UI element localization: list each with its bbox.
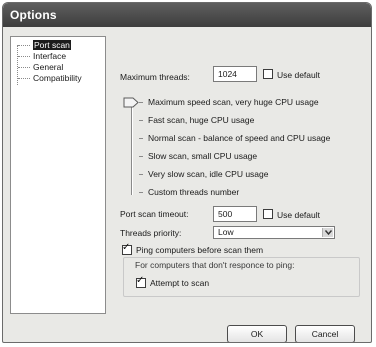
- tree-item-label: Interface: [33, 51, 67, 61]
- slider-tick: [139, 102, 143, 103]
- timeout-use-default-label: Use default: [277, 210, 320, 220]
- attempt-to-scan-checkbox[interactable]: ✓: [136, 275, 146, 288]
- speed-option-normal[interactable]: Normal scan - balance of speed and CPU u…: [148, 133, 330, 143]
- timeout-use-default-checkbox[interactable]: [263, 209, 273, 219]
- slider-tick: [139, 174, 143, 175]
- category-tree: Port scan Interface General Compatibilit…: [10, 36, 106, 314]
- ping-computers-checkbox[interactable]: ✓: [122, 242, 132, 255]
- slider-tick: [139, 120, 143, 121]
- speed-option-custom[interactable]: Custom threads number: [148, 187, 239, 197]
- tree-item-general[interactable]: General: [18, 62, 64, 73]
- cancel-button[interactable]: Cancel: [295, 325, 355, 342]
- speed-option-very-slow[interactable]: Very slow scan, idle CPU usage: [148, 169, 268, 179]
- tree-connector-line: [17, 45, 18, 85]
- threads-priority-value: Low: [218, 227, 234, 237]
- tree-item-interface[interactable]: Interface: [18, 51, 67, 62]
- ok-button[interactable]: OK: [227, 325, 287, 342]
- threads-priority-select[interactable]: Low: [213, 226, 335, 239]
- threads-use-default-checkbox[interactable]: [263, 69, 273, 79]
- speed-option-slow[interactable]: Slow scan, small CPU usage: [148, 151, 257, 161]
- tree-item-label: Port scan: [33, 40, 71, 50]
- attempt-to-scan-label: Attempt to scan: [150, 278, 210, 288]
- speed-slider-thumb[interactable]: [123, 97, 139, 108]
- slider-tick: [139, 192, 143, 193]
- max-threads-input[interactable]: 1024: [213, 66, 257, 82]
- dropdown-arrow-icon[interactable]: [322, 228, 333, 237]
- threads-use-default-label: Use default: [277, 70, 320, 80]
- tree-branch-line: [18, 45, 30, 46]
- dialog-title: Options: [10, 8, 57, 22]
- slider-tick: [139, 138, 143, 139]
- tree-item-label: Compatibility: [33, 73, 82, 83]
- max-threads-label: Maximum threads:: [120, 72, 190, 82]
- tree-item-port-scan[interactable]: Port scan: [18, 40, 72, 51]
- speed-option-fast[interactable]: Fast scan, huge CPU usage: [148, 115, 254, 125]
- tree-branch-line: [18, 56, 30, 57]
- options-dialog: Options Port scan Interface General Comp…: [2, 2, 372, 343]
- tree-item-compatibility[interactable]: Compatibility: [18, 73, 83, 84]
- slider-tick: [139, 156, 143, 157]
- threads-priority-label: Threads priority:: [120, 228, 182, 238]
- speed-slider-track: [131, 105, 133, 195]
- checkmark-icon: ✓: [122, 242, 131, 253]
- scan-timeout-input[interactable]: 500: [213, 206, 257, 222]
- tree-item-label: General: [33, 62, 64, 72]
- no-ping-response-caption: For computers that don't responce to pin…: [135, 260, 295, 270]
- title-bar[interactable]: Options: [3, 3, 371, 27]
- scan-timeout-label: Port scan timeout:: [120, 209, 189, 219]
- tree-branch-line: [18, 78, 30, 79]
- checkmark-icon: ✓: [136, 275, 145, 286]
- speed-option-maximum[interactable]: Maximum speed scan, very huge CPU usage: [148, 97, 319, 107]
- ping-computers-label: Ping computers before scan them: [136, 245, 264, 255]
- tree-branch-line: [18, 67, 30, 68]
